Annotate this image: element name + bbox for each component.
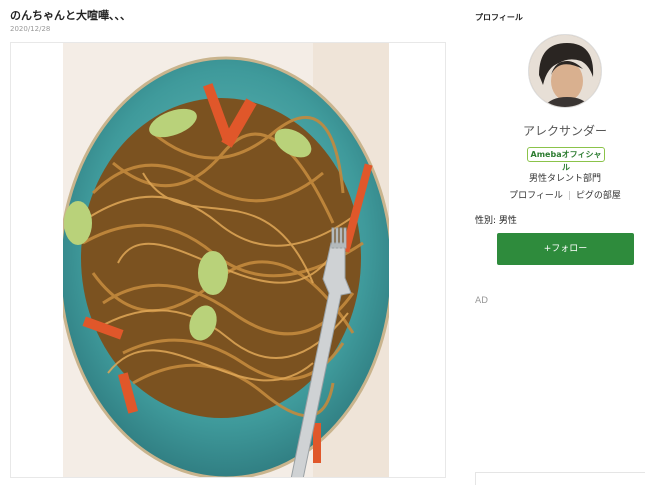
link-divider bbox=[568, 191, 570, 200]
post-photo[interactable] bbox=[10, 42, 446, 478]
avatar-image bbox=[529, 35, 601, 107]
profile-name[interactable]: アレクサンダー bbox=[475, 122, 645, 139]
post-title: のんちゃんと大喧嘩、、、 bbox=[10, 9, 131, 22]
ad-label: AD bbox=[475, 296, 489, 306]
profile-heading: プロフィール bbox=[475, 13, 523, 22]
noodle-plate-image bbox=[63, 43, 389, 477]
profile-gender: 性別: 男性 bbox=[475, 216, 517, 226]
profile-links: プロフィール ピグの部屋 bbox=[475, 188, 645, 201]
profile-category: 男性タレント部門 bbox=[528, 174, 601, 184]
pigg-room-link[interactable]: ピグの部屋 bbox=[576, 191, 621, 201]
follow-button[interactable]: +フォロー bbox=[497, 233, 634, 265]
profile-link[interactable]: プロフィール bbox=[509, 191, 563, 201]
official-badge: Amebaオフィシャル bbox=[527, 147, 605, 172]
profile-avatar[interactable] bbox=[528, 34, 602, 108]
sidebar-bottom-box bbox=[475, 472, 645, 485]
post-date: 2020/12/28 bbox=[10, 25, 51, 33]
